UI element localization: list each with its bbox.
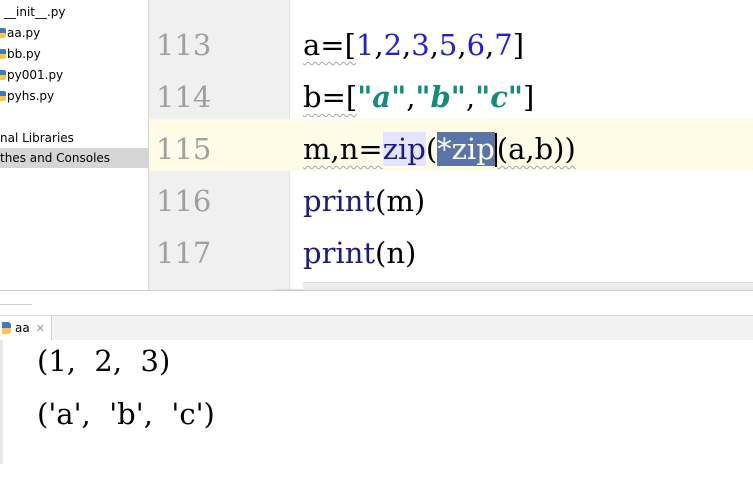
code-token: 7 <box>494 28 513 62</box>
code-token: print <box>303 236 376 270</box>
tree-item-label: __init__.py <box>4 5 66 19</box>
code-token: 5 <box>438 28 458 62</box>
code-token: (a,b)) <box>496 132 576 166</box>
tree-item-label: bb.py <box>7 47 41 61</box>
code-token: , <box>402 28 412 62</box>
code-token: , <box>465 80 476 114</box>
tree-item-external-libraries[interactable]: nal Libraries <box>0 128 74 148</box>
code-token: b=[ <box>303 80 358 114</box>
run-tab-bar: aa ✕ <box>0 315 753 341</box>
tree-item-label: pyhs.py <box>7 89 55 103</box>
tree-item-label: py001.py <box>7 68 64 82</box>
selected-text: *zip <box>437 132 495 166</box>
tree-item-label: nal Libraries <box>0 131 74 145</box>
code-token: "c" <box>475 80 524 114</box>
python-file-icon <box>0 70 6 80</box>
console-output-line: (1, 2, 3) <box>37 344 171 378</box>
tree-item-init[interactable]: __init__.py <box>4 2 66 22</box>
tree-item-aa[interactable]: aa.py <box>0 23 40 43</box>
code-token: ( <box>425 132 438 166</box>
line-number: 113 <box>156 28 212 62</box>
tree-item-pyhs[interactable]: pyhs.py <box>0 86 54 106</box>
code-token: 6 <box>466 28 486 62</box>
console-output-line: ('a', 'b', 'c') <box>37 397 215 431</box>
tree-item-py001[interactable]: py001.py <box>0 65 63 85</box>
code-token: print <box>303 184 376 218</box>
tree-item-bb[interactable]: bb.py <box>0 44 41 64</box>
code-token: zip <box>382 132 426 166</box>
code-token: (m) <box>375 184 426 218</box>
code-token: (n) <box>375 236 417 270</box>
code-token: ] <box>512 28 525 62</box>
close-icon[interactable]: ✕ <box>36 322 45 335</box>
code-token: ] <box>523 80 535 114</box>
line-number: 117 <box>156 236 212 270</box>
code-token: , <box>457 28 467 62</box>
code-token: , <box>485 28 495 62</box>
run-header <box>0 291 753 315</box>
run-tab-label: aa <box>15 321 30 335</box>
code-line-114[interactable]: b=["a","b","c"] <box>303 71 534 123</box>
python-file-icon <box>0 49 6 59</box>
code-token: 1 <box>355 28 375 62</box>
code-line-115[interactable]: m,n=zip(*zip(a,b)) <box>303 123 576 175</box>
tree-item-label: aa.py <box>7 26 41 40</box>
code-token: "b" <box>415 80 466 114</box>
code-token: a=[ <box>303 28 356 62</box>
line-number: 116 <box>156 184 212 218</box>
python-file-icon <box>0 91 6 101</box>
code-token: , <box>429 28 439 62</box>
line-number: 115 <box>156 132 212 166</box>
line-number: 114 <box>156 80 212 114</box>
code-token: 2 <box>383 28 403 62</box>
code-line-113[interactable]: a=[1,2,3,5,6,7] <box>303 19 524 71</box>
code-token: m,n= <box>303 132 383 166</box>
code-token: "a" <box>357 80 407 114</box>
code-line-117[interactable]: print(n) <box>303 227 416 279</box>
code-token: 3 <box>411 28 430 62</box>
code-token: , <box>374 28 384 62</box>
line-number: 112 <box>156 0 211 4</box>
tree-item-label: thes and Consoles <box>0 151 111 165</box>
run-tab-aa[interactable]: aa ✕ <box>0 316 52 340</box>
code-line-116[interactable]: print(m) <box>303 175 425 227</box>
python-icon <box>2 322 11 334</box>
tree-item-scratches-and-consoles[interactable]: thes and Consoles <box>0 148 148 168</box>
console-left-strip <box>0 340 3 464</box>
project-tree: __init__.py aa.py bb.py py001.py pyhs.py… <box>0 0 149 290</box>
python-file-icon <box>0 28 6 38</box>
divider <box>0 304 32 305</box>
